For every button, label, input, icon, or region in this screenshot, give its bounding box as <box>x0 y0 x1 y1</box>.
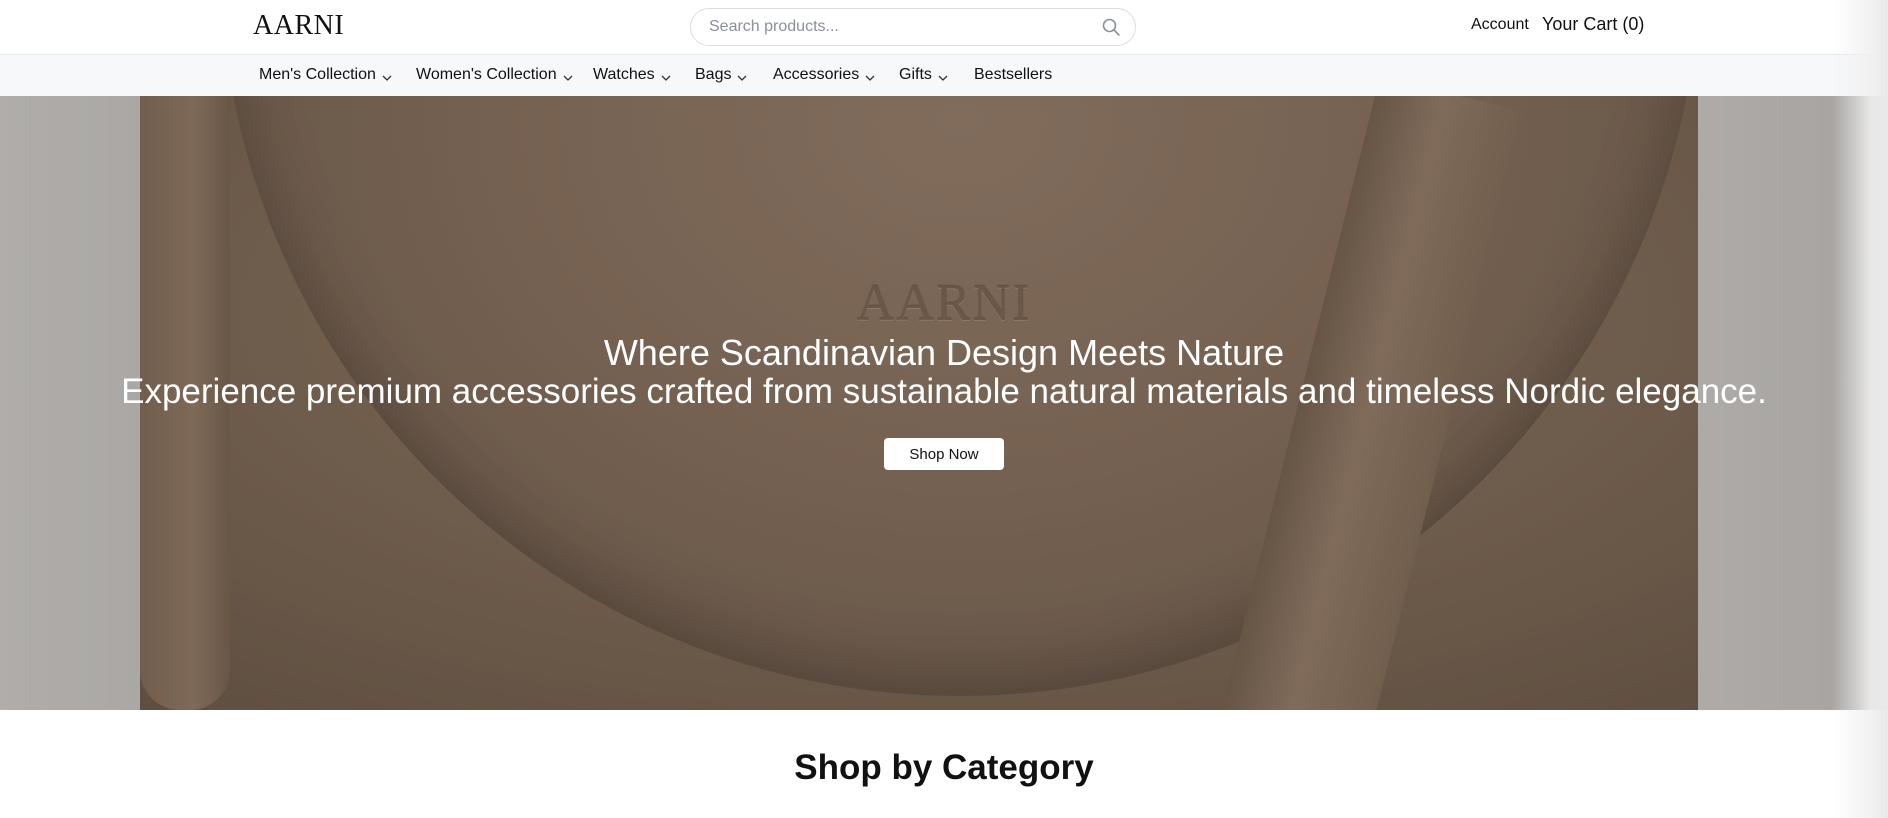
search-input[interactable] <box>707 17 1101 37</box>
cart-link[interactable]: Your Cart (0) <box>1542 14 1644 35</box>
nav-item-label: Women's Collection <box>416 66 557 83</box>
nav-item-label: Accessories <box>773 66 860 83</box>
chevron-down-icon <box>737 70 747 81</box>
site-logo[interactable]: AARNI <box>253 10 344 42</box>
chevron-down-icon <box>563 70 573 81</box>
nav-item-bags[interactable]: Bags <box>695 66 747 84</box>
nav-item-womens-collection[interactable]: Women's Collection <box>416 66 573 84</box>
search-bar[interactable] <box>690 8 1136 46</box>
category-section-heading: Shop by Category <box>794 748 1094 787</box>
embossed-logo: AARNI <box>856 275 1032 332</box>
nav-item-label: Men's Collection <box>259 66 376 83</box>
site-header: AARNI Account Your Cart (0) <box>0 0 1888 55</box>
hero-subtitle: Experience premium accessories crafted f… <box>121 372 1767 411</box>
nav-item-label: Gifts <box>899 66 932 83</box>
nav-item-bestsellers[interactable]: Bestsellers <box>974 66 1052 84</box>
shop-now-button[interactable]: Shop Now <box>884 438 1004 470</box>
nav-item-accessories[interactable]: Accessories <box>773 66 875 84</box>
nav-item-watches[interactable]: Watches <box>593 66 671 84</box>
chevron-down-icon <box>938 70 948 81</box>
hero-banner: AARNI Where Scandinavian Design Meets Na… <box>0 96 1888 710</box>
account-link[interactable]: Account <box>1471 16 1529 34</box>
nav-item-gifts[interactable]: Gifts <box>899 66 948 84</box>
main-nav: Men's Collection Women's Collection Watc… <box>0 55 1888 97</box>
search-icon[interactable] <box>1101 17 1121 37</box>
chevron-down-icon <box>865 70 875 81</box>
nav-item-label: Bestsellers <box>974 66 1053 83</box>
page: AARNI Account Your Cart (0) Men's Collec… <box>0 0 1888 818</box>
nav-item-mens-collection[interactable]: Men's Collection <box>259 66 392 84</box>
hero-title: Where Scandinavian Design Meets Nature <box>603 332 1285 373</box>
nav-item-label: Watches <box>593 66 655 83</box>
nav-item-label: Bags <box>695 66 732 83</box>
chevron-down-icon <box>382 70 392 81</box>
chevron-down-icon <box>661 70 671 81</box>
